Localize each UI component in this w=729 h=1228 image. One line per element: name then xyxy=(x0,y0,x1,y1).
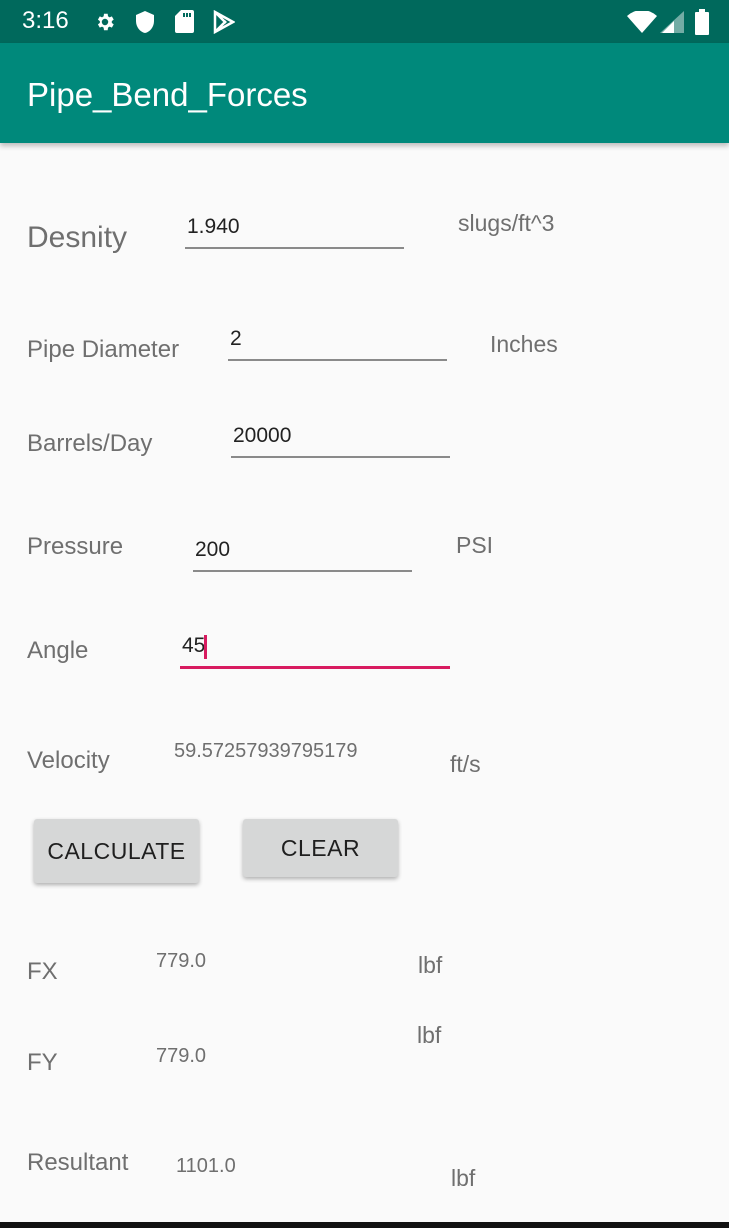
pressure-input[interactable] xyxy=(193,536,412,572)
calculate-button[interactable]: CALCULATE xyxy=(34,819,199,883)
status-time: 3:16 xyxy=(22,7,69,34)
diameter-unit: Inches xyxy=(490,331,558,357)
fy-value: 779.0 xyxy=(156,1045,207,1067)
barrels-label: Barrels/Day xyxy=(27,430,153,457)
resultant-label: Resultant xyxy=(27,1149,129,1176)
fx-value: 779.0 xyxy=(156,950,207,972)
barrels-input[interactable] xyxy=(231,422,450,458)
pressure-unit: PSI xyxy=(456,532,494,558)
play-store-icon xyxy=(213,10,235,34)
angle-input[interactable] xyxy=(180,632,450,669)
density-input[interactable] xyxy=(185,213,404,249)
fx-label: FX xyxy=(27,958,58,985)
text-cursor xyxy=(204,635,207,659)
velocity-label: Velocity xyxy=(27,747,110,774)
gear-icon xyxy=(97,13,114,31)
status-bar: 3:16 xyxy=(0,0,729,43)
app-title: Pipe_Bend_Forces xyxy=(27,76,308,113)
app-bar: Pipe_Bend_Forces xyxy=(0,43,729,143)
fx-unit: lbf xyxy=(418,952,443,978)
clear-button[interactable]: CLEAR xyxy=(243,819,398,877)
cell-signal-icon xyxy=(660,11,684,33)
battery-icon xyxy=(695,9,709,35)
diameter-input[interactable] xyxy=(228,325,447,361)
density-label: Desnity xyxy=(27,221,128,254)
diameter-label: Pipe Diameter xyxy=(27,336,180,363)
velocity-unit: ft/s xyxy=(450,751,481,777)
angle-label: Angle xyxy=(27,637,89,664)
density-unit: slugs/ft^3 xyxy=(458,210,555,236)
navigation-bar-edge xyxy=(0,1222,729,1228)
velocity-value: 59.57257939795179 xyxy=(174,740,358,762)
resultant-value: 1101.0 xyxy=(176,1155,236,1177)
resultant-unit: lbf xyxy=(451,1165,476,1191)
pressure-label: Pressure xyxy=(27,533,124,560)
fy-label: FY xyxy=(27,1049,58,1076)
sd-card-icon xyxy=(175,10,194,33)
wifi-icon xyxy=(627,11,657,33)
shield-icon xyxy=(136,11,154,33)
fy-unit: lbf xyxy=(417,1022,442,1048)
